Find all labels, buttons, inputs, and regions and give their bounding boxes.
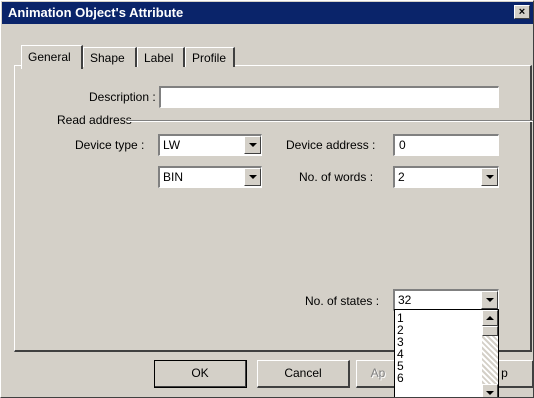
close-button[interactable]: × bbox=[514, 5, 530, 19]
chevron-down-icon[interactable] bbox=[481, 291, 498, 309]
scroll-thumb[interactable] bbox=[482, 326, 498, 336]
list-item[interactable]: 6 bbox=[397, 372, 404, 384]
read-address-group-label: Read address bbox=[57, 113, 132, 127]
title-bar[interactable]: Animation Object's Attribute × bbox=[2, 2, 533, 24]
tab-general[interactable]: General bbox=[21, 45, 83, 69]
description-input[interactable] bbox=[159, 86, 499, 108]
scroll-down-icon[interactable] bbox=[482, 384, 498, 397]
device-address-input[interactable]: 0 bbox=[393, 134, 499, 156]
window-title: Animation Object's Attribute bbox=[8, 5, 184, 20]
format-select[interactable]: BIN bbox=[158, 166, 262, 188]
tab-profile[interactable]: Profile bbox=[185, 47, 235, 67]
no-of-words-label: No. of words : bbox=[299, 170, 374, 184]
no-of-states-value: 32 bbox=[398, 293, 412, 307]
scroll-up-icon[interactable] bbox=[482, 310, 498, 326]
tab-label[interactable]: Label bbox=[137, 47, 185, 67]
no-of-states-dropdown-list[interactable]: 1 2 3 4 5 6 bbox=[394, 309, 499, 397]
description-label: Description : bbox=[89, 90, 156, 104]
no-of-states-label: No. of states : bbox=[305, 294, 380, 308]
format-value: BIN bbox=[163, 170, 184, 184]
close-icon: × bbox=[518, 6, 526, 18]
chevron-down-icon[interactable] bbox=[481, 168, 498, 186]
group-divider bbox=[127, 120, 533, 122]
cancel-button[interactable]: Cancel bbox=[257, 360, 350, 388]
device-type-select[interactable]: LW bbox=[158, 134, 262, 156]
ok-button[interactable]: OK bbox=[154, 360, 247, 388]
no-of-words-select[interactable]: 2 bbox=[393, 166, 499, 188]
no-of-words-value: 2 bbox=[398, 170, 405, 184]
chevron-down-icon[interactable] bbox=[244, 136, 261, 154]
device-type-value: LW bbox=[163, 138, 181, 152]
device-type-label: Device type : bbox=[75, 138, 145, 152]
chevron-down-icon[interactable] bbox=[244, 168, 261, 186]
tab-shape[interactable]: Shape bbox=[83, 47, 137, 67]
dropdown-scrollbar[interactable] bbox=[482, 310, 498, 397]
device-address-label: Device address : bbox=[286, 138, 376, 152]
no-of-states-select[interactable]: 32 bbox=[393, 289, 499, 311]
dialog-window: Animation Object's Attribute × General S… bbox=[0, 0, 534, 398]
